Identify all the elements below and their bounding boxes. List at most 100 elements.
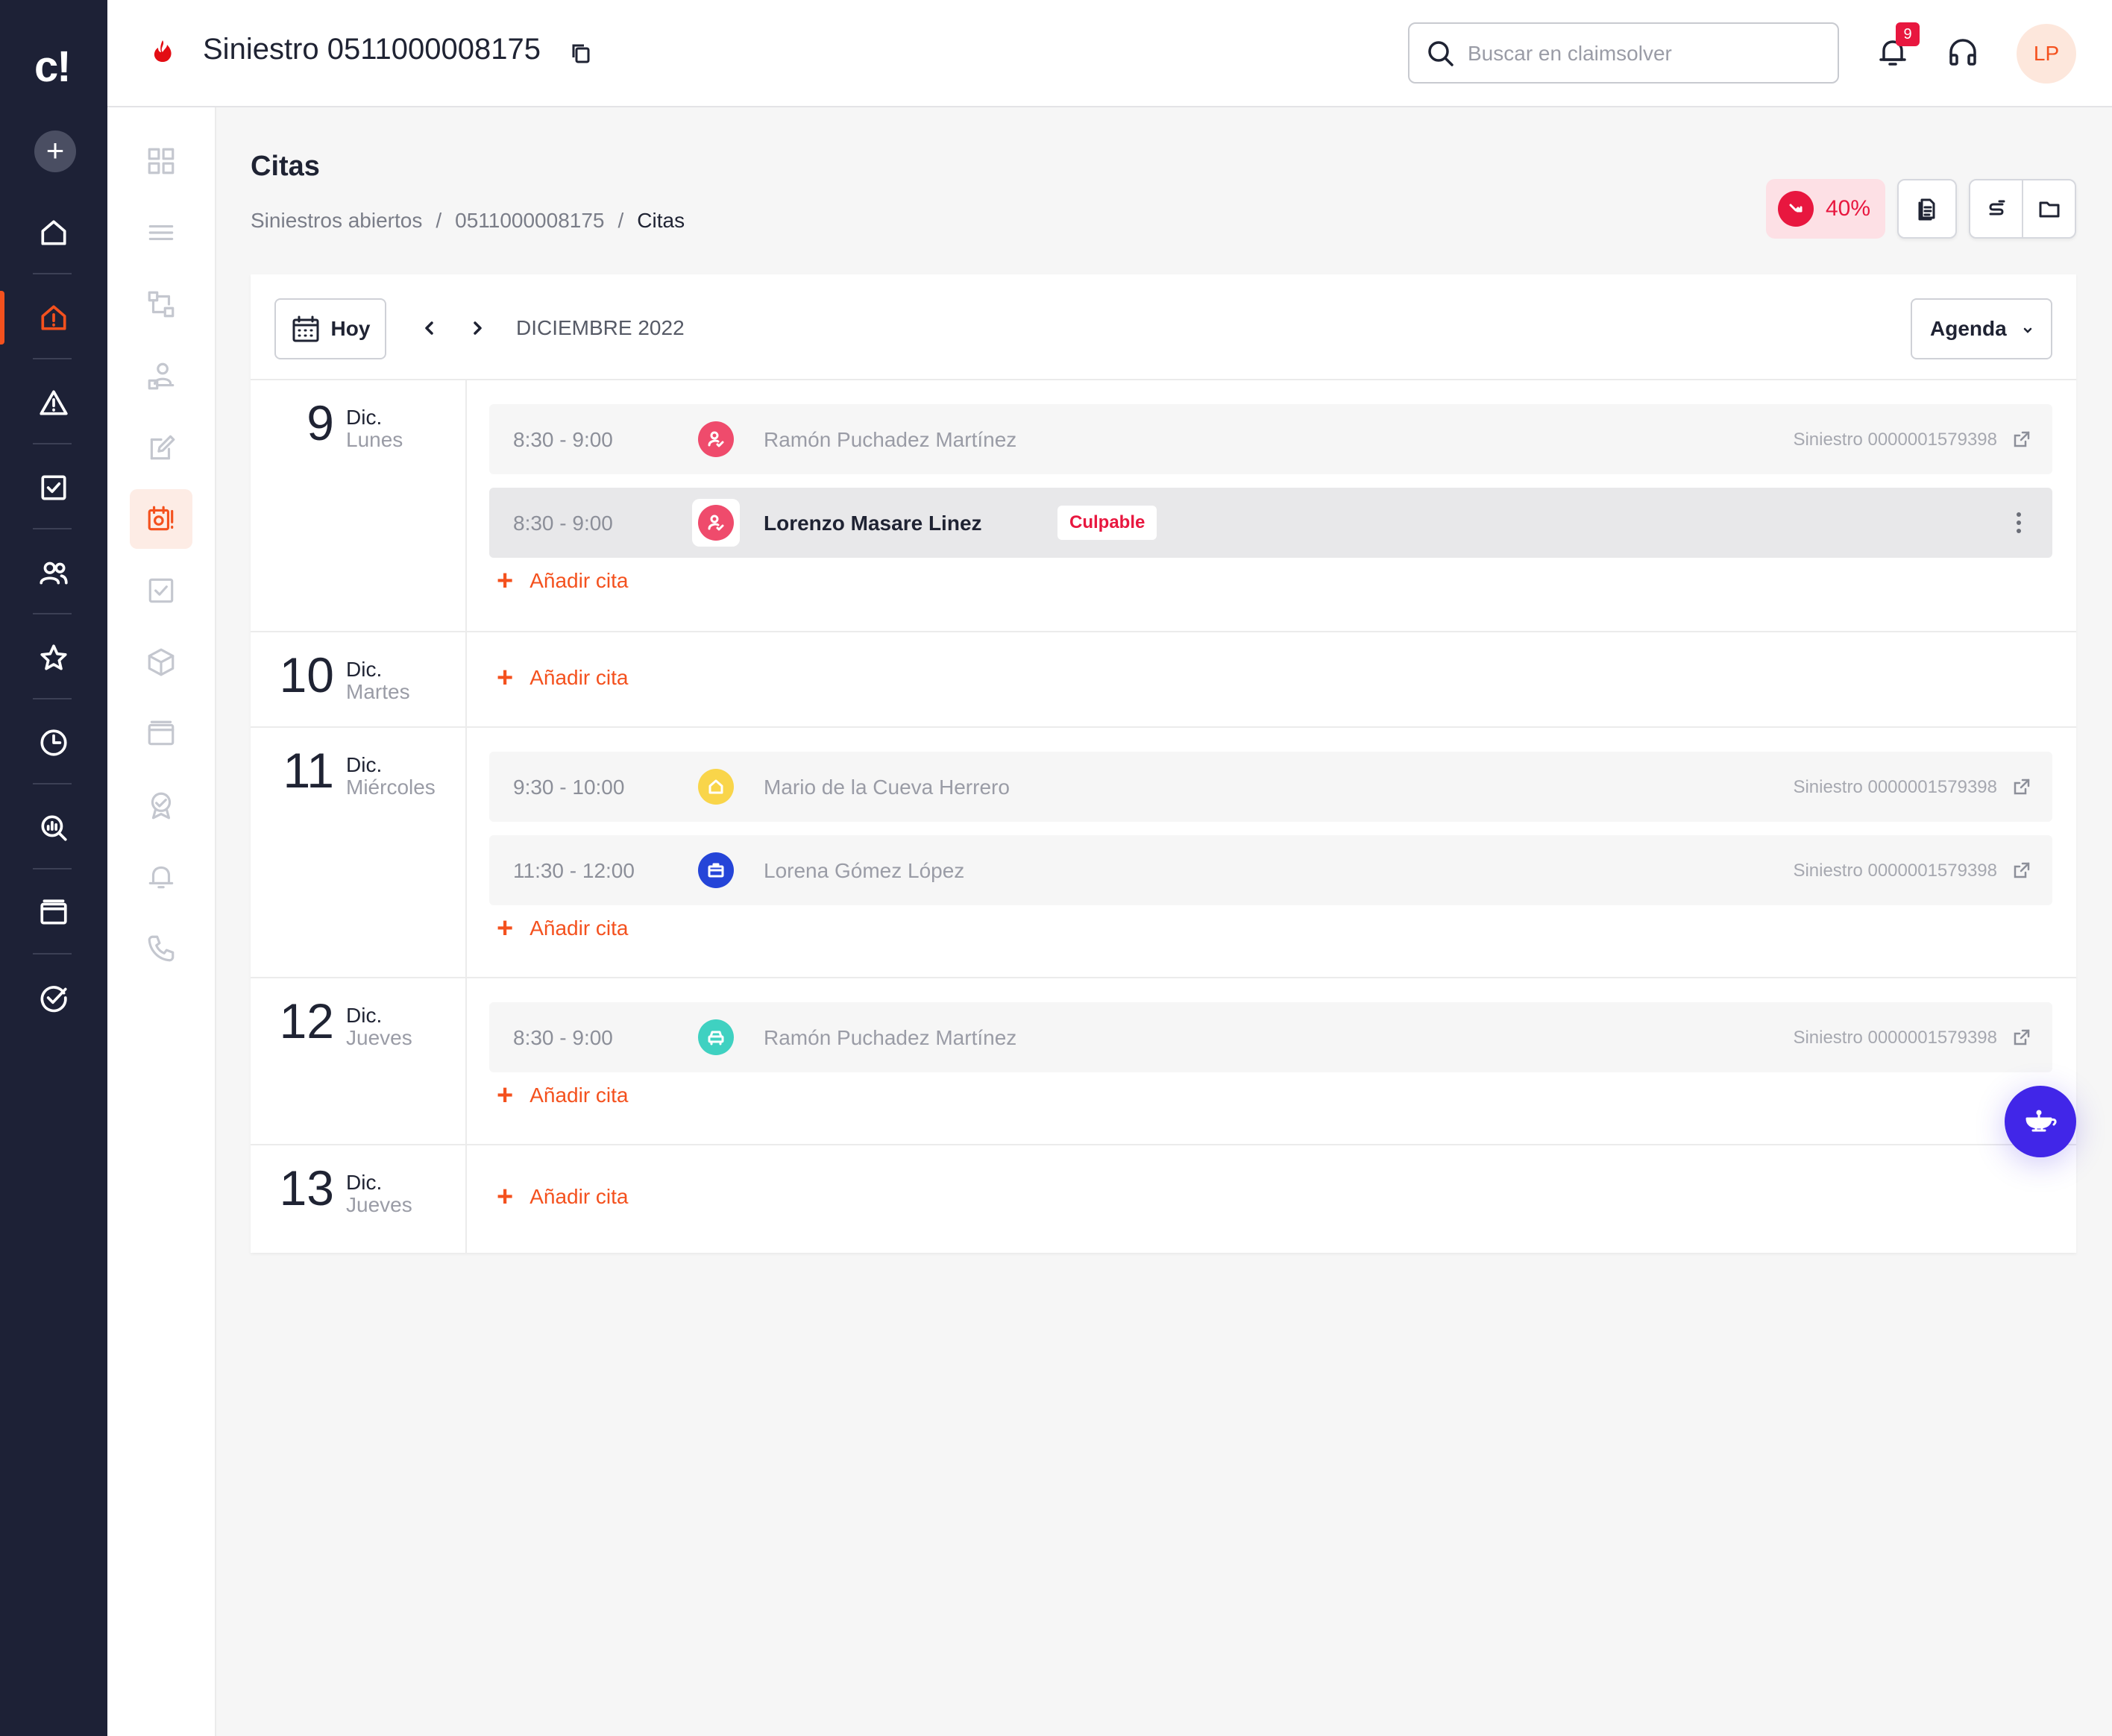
support-headset-icon[interactable]: [1945, 34, 1981, 70]
appointment-row-selected[interactable]: 8:30 - 9:00 Lorenzo Masare Linez Culpabl…: [489, 488, 2052, 558]
nav-users[interactable]: [0, 543, 107, 603]
day-weekday: Jueves: [346, 1026, 412, 1049]
sidebar-item-summary[interactable]: [130, 131, 192, 191]
search-input[interactable]: [1468, 37, 1818, 70]
person-check-icon: [698, 505, 734, 541]
star-icon: [40, 644, 67, 670]
day-month: Dic.: [346, 1004, 383, 1027]
external-link-icon[interactable]: [2012, 777, 2031, 796]
sidebar-item-list[interactable]: [130, 203, 192, 262]
next-month-chevron-icon[interactable]: [464, 315, 491, 342]
sidebar-item-calls[interactable]: [130, 919, 192, 978]
nav-divider: [33, 953, 72, 955]
users-icon: [40, 562, 68, 585]
currency-icon: [1989, 200, 2005, 216]
add-appointment-link[interactable]: + Añadir cita: [497, 567, 629, 595]
payment-button[interactable]: [1970, 180, 2023, 237]
nav-warnings[interactable]: [0, 373, 107, 433]
day-number: 9: [307, 395, 334, 450]
warning-icon: [40, 390, 68, 415]
add-appointment-label: Añadir cita: [529, 1084, 629, 1107]
checkbox-icon: [148, 578, 174, 603]
nav-windows[interactable]: [0, 883, 107, 943]
sidebar-item-documents[interactable]: [130, 418, 192, 477]
claim-score-badge[interactable]: 40%: [1766, 179, 1885, 239]
nav-analytics[interactable]: [0, 798, 107, 858]
appointment-claim-link[interactable]: Siniestro 0000001579398: [1793, 1028, 1997, 1048]
breadcrumb-claims-link[interactable]: Siniestros abiertos: [251, 209, 422, 233]
external-link-icon[interactable]: [2012, 861, 2031, 880]
sidebar-item-tasks[interactable]: [130, 561, 192, 620]
app-logo[interactable]: c!: [34, 42, 72, 92]
appointment-claim-link[interactable]: Siniestro 0000001579398: [1793, 861, 1997, 881]
appointment-row[interactable]: 9:30 - 10:00 Mario de la Cueva Herrero S…: [489, 752, 2052, 822]
create-button[interactable]: +: [34, 130, 76, 172]
sidebar-item-appointments[interactable]: [130, 489, 192, 549]
day-month: Dic.: [346, 1171, 383, 1194]
claim-title: Siniestro 0511000008175: [203, 33, 541, 66]
user-avatar[interactable]: LP: [2017, 24, 2076, 84]
task-check-icon: [41, 475, 66, 500]
chevron-down-icon: [2023, 327, 2032, 333]
global-search[interactable]: [1408, 22, 1839, 84]
document-icon: [1918, 198, 1935, 221]
sidebar-item-alerts[interactable]: [130, 847, 192, 907]
folder-button[interactable]: [2023, 180, 2075, 237]
sidebar-item-windows[interactable]: [130, 704, 192, 764]
appointment-person: Ramón Puchadez Martínez: [764, 1026, 1017, 1049]
appointment-person: Mario de la Cueva Herrero: [764, 776, 1010, 799]
nav-tasks[interactable]: [0, 458, 107, 518]
sidebar-item-packages[interactable]: [130, 632, 192, 692]
appointment-row[interactable]: 11:30 - 12:00 Lorena Gómez López Siniest…: [489, 835, 2052, 905]
plus-icon: +: [497, 913, 514, 944]
appointment-claim-link[interactable]: Siniestro 0000001579398: [1793, 430, 1997, 450]
nav-divider: [33, 868, 72, 869]
sidebar-item-quality[interactable]: [130, 776, 192, 835]
calendar-alert-icon: [148, 506, 174, 531]
nav-home[interactable]: [0, 203, 107, 262]
phone-icon: [148, 935, 175, 962]
add-appointment-link[interactable]: + Añadir cita: [497, 914, 629, 943]
appointment-row[interactable]: 8:30 - 9:00 Ramón Puchadez Martínez Sini…: [489, 1002, 2052, 1072]
nav-claims[interactable]: [0, 288, 107, 347]
agenda-day: 12 Dic. Jueves 8:30 - 9:00 Ramón Puchade…: [251, 978, 2076, 1145]
day-header: 13 Dic. Jueves: [251, 1145, 467, 1253]
car-icon: [698, 1019, 734, 1055]
breadcrumb-claim-link[interactable]: 0511000008175: [455, 209, 604, 233]
today-button[interactable]: Hoy: [274, 298, 386, 359]
add-appointment-link[interactable]: + Añadir cita: [497, 1183, 629, 1211]
day-month: Dic.: [346, 406, 383, 429]
external-link-icon[interactable]: [2012, 1028, 2031, 1047]
copy-icon[interactable]: [568, 40, 594, 66]
more-options-icon[interactable]: [2015, 510, 2023, 535]
day-weekday: Miércoles: [346, 776, 436, 799]
claim-score-value: 40%: [1826, 196, 1871, 221]
add-appointment-link[interactable]: + Añadir cita: [497, 664, 629, 692]
assistant-fab[interactable]: [2005, 1086, 2076, 1157]
main-nav: c! +: [0, 0, 107, 1736]
appointment-row[interactable]: 8:30 - 9:00 Ramón Puchadez Martínez Sini…: [489, 404, 2052, 474]
nav-favorites[interactable]: [0, 628, 107, 688]
plus-icon: +: [497, 565, 514, 597]
nav-history[interactable]: [0, 713, 107, 773]
appointment-time: 11:30 - 12:00: [513, 859, 635, 882]
add-appointment-link[interactable]: + Añadir cita: [497, 1081, 629, 1110]
browser-window-icon: [148, 720, 175, 746]
report-button[interactable]: [1897, 179, 1957, 239]
appointment-claim-link[interactable]: Siniestro 0000001579398: [1793, 777, 1997, 798]
nav-divider: [33, 783, 72, 784]
agenda-day: 13 Dic. Jueves + Añadir cita: [251, 1145, 2076, 1253]
nav-divider: [33, 358, 72, 359]
day-header: 11 Dic. Miércoles: [251, 728, 467, 977]
sidebar-item-flow[interactable]: [130, 274, 192, 334]
sidebar-item-participants[interactable]: [130, 346, 192, 406]
day-header: 10 Dic. Martes: [251, 632, 467, 726]
external-link-icon[interactable]: [2012, 430, 2031, 449]
nav-completed[interactable]: [0, 968, 107, 1028]
appointment-time: 8:30 - 9:00: [513, 428, 613, 451]
nav-divider: [33, 613, 72, 614]
day-weekday: Lunes: [346, 428, 403, 451]
breadcrumb-current: Citas: [637, 209, 685, 232]
view-selector[interactable]: Agenda: [1911, 298, 2052, 359]
prev-month-chevron-icon[interactable]: [416, 315, 443, 342]
